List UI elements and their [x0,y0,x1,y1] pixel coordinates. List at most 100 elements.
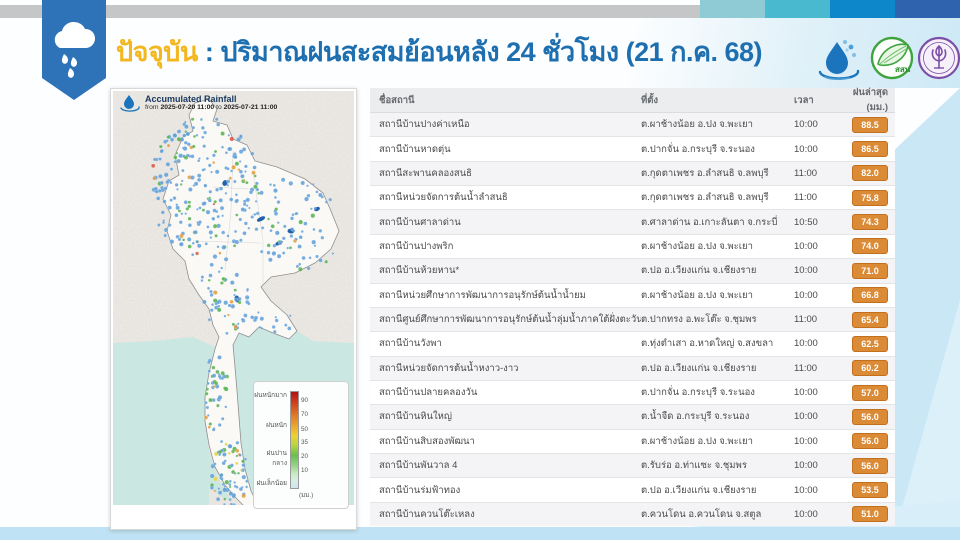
station-location: ต.รับร่อ อ.ท่าแซะ จ.ชุมพร [641,460,747,472]
map-to-label: to [216,104,222,112]
observation-time: 11:00 [794,192,818,204]
legend-label: ฝนปานกลาง [266,450,287,467]
topbar-segment-3 [830,0,895,18]
legend-color-bar [290,391,299,489]
legend-tick: 20 [301,453,309,460]
observation-time: 11:00 [794,314,818,326]
rainfall-value-badge: 75.8 [852,189,888,206]
rainfall-value-badge: 62.5 [852,335,888,352]
observation-time: 10:00 [794,387,818,399]
rainfall-value-badge: 74.3 [852,214,888,231]
table-row: สถานีสะพานคลองสนธิ ต.กุดตาเพชร อ.ลำสนธิ … [370,160,895,186]
station-name: สถานีบ้านห้วยหาน* [379,265,460,277]
station-name: สถานีศูนย์ศึกษาการพัฒนาการอนุรักษ์ต้นน้ำ… [379,314,641,326]
blue-ribbon-banner [42,0,106,100]
rainfall-map-card: Accumulated Rainfall from 2025-07-20 11:… [110,88,357,530]
rainfall-value-badge: 51.0 [852,506,888,523]
station-name: สถานีบ้านหินใหญ่ [379,411,452,423]
legend-unit: (มม.) [299,492,314,499]
observation-time: 11:00 [794,362,818,374]
legend-label: ฝนหนักมาก [254,392,287,399]
observation-time: 10:50 [794,216,818,228]
legend-tick: 35 [301,439,309,446]
station-location: ต.กุดตาเพชร อ.ลำสนธิ จ.ลพบุรี [641,192,769,204]
station-location: ต.ปากทรง อ.พะโต๊ะ จ.ชุมพร [641,314,757,326]
station-location: ต.น้ำจืด อ.กระบุรี จ.ระนอง [641,411,750,423]
station-name: สถานีบ้านร่มฟ้าทอง [379,484,461,496]
observation-time: 10:00 [794,338,818,350]
station-name: สถานีหน่วยศึกษาการพัฒนาการอนุรักษ์ต้นน้ำ… [379,289,586,301]
station-name: สถานีสะพานคลองสนธิ [379,167,472,179]
title-main: ปริมาณฝนสะสมย้อนหลัง 24 ชั่วโมง (21 ก.ค.… [220,37,763,67]
rainfall-value-badge: 56.0 [852,408,888,425]
rainfall-value-badge: 56.0 [852,457,888,474]
observation-time: 10:00 [794,411,818,423]
station-location: ต.ปากจั่น อ.กระบุรี จ.ระนอง [641,143,755,155]
station-name: สถานีบ้านปางค่าเหนือ [379,119,470,131]
column-header-station: ชื่อสถานี [379,94,415,106]
legend-tick: 10 [301,467,309,474]
rain-cloud-icon [54,21,96,78]
station-location: ต.ปากจั่น อ.กระบุรี จ.ระนอง [641,387,755,399]
rainfall-value-badge: 66.8 [852,287,888,304]
station-name: สถานีบ้านปางพริก [379,240,454,252]
observation-time: 10:00 [794,484,818,496]
rainfall-value-badge: 74.0 [852,238,888,255]
table-row: สถานีบ้านหาดตุ่น ต.ปากจั่น อ.กระบุรี จ.ร… [370,136,895,160]
observation-time: 10:00 [794,460,818,472]
observation-time: 10:00 [794,265,818,277]
station-location: ต.ควนโดน อ.ควนโดน จ.สตูล [641,508,762,520]
table-row: สถานีบ้านห้วยหาน* ต.ปอ อ.เวียงแก่น จ.เชี… [370,258,895,283]
water-drop-network-logo [816,34,862,87]
table-row: สถานีบ้านร่มฟ้าทอง ต.ปอ อ.เวียงแก่น จ.เช… [370,477,895,501]
legend-tick: 70 [301,411,309,418]
observation-time: 10:00 [794,289,818,301]
observation-time: 10:00 [794,508,818,520]
topbar-segment-4 [895,0,960,18]
table-row: สถานีบ้านปางค่าเหนือ ต.ผาช้างน้อย อ.ปง จ… [370,113,895,137]
station-name: สถานีหน่วยจัดการต้นน้ำลำสนธิ [379,192,508,204]
observation-time: 11:00 [794,167,818,179]
station-name: สถานีบ้านพันวาล 4 [379,460,458,472]
table-row: สถานีบ้านปางพริก ต.ผาช้างน้อย อ.ปง จ.พะเ… [370,233,895,258]
station-name: สถานีบ้านสิบสองพัฒนา [379,435,475,447]
purple-emblem-logo [916,34,960,87]
legend-label: ฝนหนัก [266,422,287,429]
map-from-label: from [145,104,159,112]
map-header: Accumulated Rainfall from 2025-07-20 11:… [145,94,277,112]
table-row: สถานีบ้านพันวาล 4 ต.รับร่อ อ.ท่าแซะ จ.ชุ… [370,453,895,478]
rainfall-value-badge: 71.0 [852,262,888,279]
legend-tick: 90 [301,397,309,404]
column-header-location: ที่ตั้ง [641,94,659,106]
map-title: Accumulated Rainfall [145,94,237,104]
rainfall-legend: ฝนหนักมาก ฝนหนัก ฝนปานกลาง ฝนเล็กน้อย 90 70 5… [253,381,349,509]
map-start-datetime: 2025-07-20 11:00 [160,104,215,112]
observation-time: 10:00 [794,240,818,252]
station-location: ต.ผาช้างน้อย อ.ปง จ.พะเยา [641,289,753,301]
station-location: ต.ปอ อ.เวียงแก่น จ.เชียงราย [641,362,757,374]
station-name: สถานีบ้านวังพา [379,338,442,350]
table-row: สถานีบ้านปลายคลองวัน ต.ปากจั่น อ.กระบุรี… [370,379,895,404]
station-name: สถานีบ้านศาลาด่าน [379,216,461,228]
table-row: สถานีบ้านศาลาด่าน ต.ศาลาด่าน อ.เกาะลันตา… [370,209,895,234]
table-row: สถานีหน่วยศึกษาการพัฒนาการอนุรักษ์ต้นน้ำ… [370,282,895,307]
station-location: ต.ปอ อ.เวียงแก่น จ.เชียงราย [641,484,757,496]
station-location: ต.ศาลาด่าน อ.เกาะลันตา จ.กระบี่ [641,216,778,228]
station-location: ต.ผาช้างน้อย อ.ปง จ.พะเยา [641,119,753,131]
column-header-rain: ฝนล่าสุด (มม.) [852,87,888,113]
title-prefix: ปัจจุบัน [116,37,198,67]
table-row: สถานีบ้านหินใหญ่ ต.น้ำจืด อ.กระบุรี จ.ระ… [370,404,895,429]
station-location: ต.ผาช้างน้อย อ.ปง จ.พะเยา [641,435,753,447]
green-leaf-sasana-logo: สสน [868,34,916,87]
station-name: สถานีหน่วยจัดการต้นน้ำหงาว-งาว [379,362,519,374]
green-logo-text: สสน [895,65,911,74]
station-location: ต.กุดตาเพชร อ.ลำสนธิ จ.ลพบุรี [641,167,769,179]
table-header-row: ชื่อสถานี ที่ตั้ง เวลา ฝนล่าสุด (มม.) [370,87,895,113]
station-name: สถานีบ้านควนโต๊ะเหลง [379,508,475,520]
station-location: ต.ทุ่งตำเสา อ.หาดใหญ่ จ.สงขลา [641,338,774,350]
table-row: สถานีหน่วยจัดการต้นน้ำลำสนธิ ต.กุดตาเพชร… [370,185,895,209]
rainfall-value-badge: 88.5 [852,116,888,133]
rainfall-value-badge: 60.2 [852,360,888,377]
legend-label: ฝนเล็กน้อย [256,480,287,487]
rainfall-value-badge: 65.4 [852,311,888,328]
